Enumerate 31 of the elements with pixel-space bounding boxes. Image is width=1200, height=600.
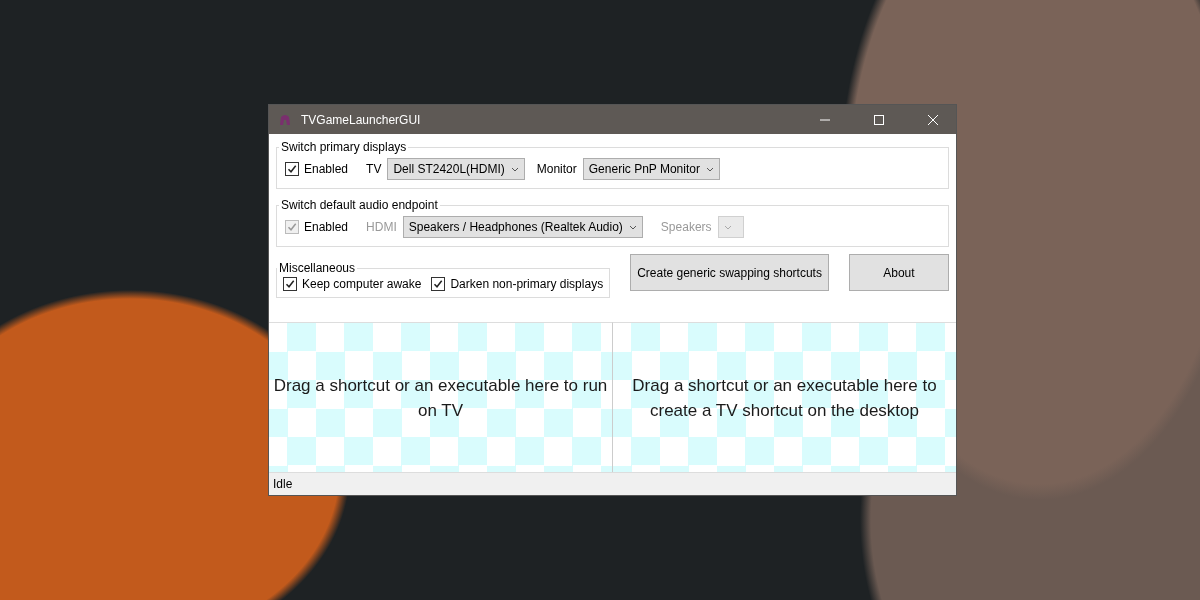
checkbox-label: Darken non-primary displays: [450, 277, 604, 291]
maximize-icon[interactable]: [874, 114, 884, 125]
checkbox[interactable]: [283, 277, 297, 291]
combo-label: HDMI: [366, 220, 397, 234]
dropdown[interactable]: Dell ST2420L(HDMI): [387, 158, 525, 180]
checkbox-label: Enabled: [304, 162, 349, 176]
app-icon: [277, 113, 293, 126]
dropdown[interactable]: Generic PnP Monitor: [582, 158, 720, 180]
drop-zone-text: Drag a shortcut or an executable here to create a TV shortcut on the desktop: [631, 374, 938, 422]
drop-zone[interactable]: Drag a shortcut or an executable here to create a TV shortcut on the desktop: [612, 322, 956, 472]
close-icon[interactable]: [928, 114, 938, 125]
checkbox[interactable]: [431, 277, 446, 291]
group-title: Switch primary displays: [280, 140, 408, 154]
window-title: TVGameLauncherGUI: [301, 112, 422, 127]
caret-icon: [628, 224, 637, 230]
drop-zone[interactable]: Drag a shortcut or an executable here to run on TV: [269, 322, 612, 472]
caret-icon: [510, 166, 519, 172]
caret-icon: [705, 166, 714, 172]
status-bar: Idle: [269, 472, 956, 495]
about-button[interactable]: About: [848, 254, 949, 291]
drop-zone-text: Drag a shortcut or an executable here to run on TV: [272, 374, 609, 422]
checkbox[interactable]: [285, 162, 299, 176]
checkbox-label: Keep computer awake: [302, 277, 422, 291]
combo-label: TV: [366, 162, 382, 176]
checkbox-label: Enabled: [304, 220, 349, 234]
caret-icon: [723, 224, 732, 230]
combo-label: Speakers: [660, 220, 712, 234]
group-title: Switch default audio endpoint: [280, 198, 439, 212]
combo-label: Monitor: [536, 162, 577, 176]
shortcuts-button[interactable]: Create generic swapping shortcuts: [630, 254, 829, 291]
group-title: Miscellaneous: [278, 261, 357, 275]
